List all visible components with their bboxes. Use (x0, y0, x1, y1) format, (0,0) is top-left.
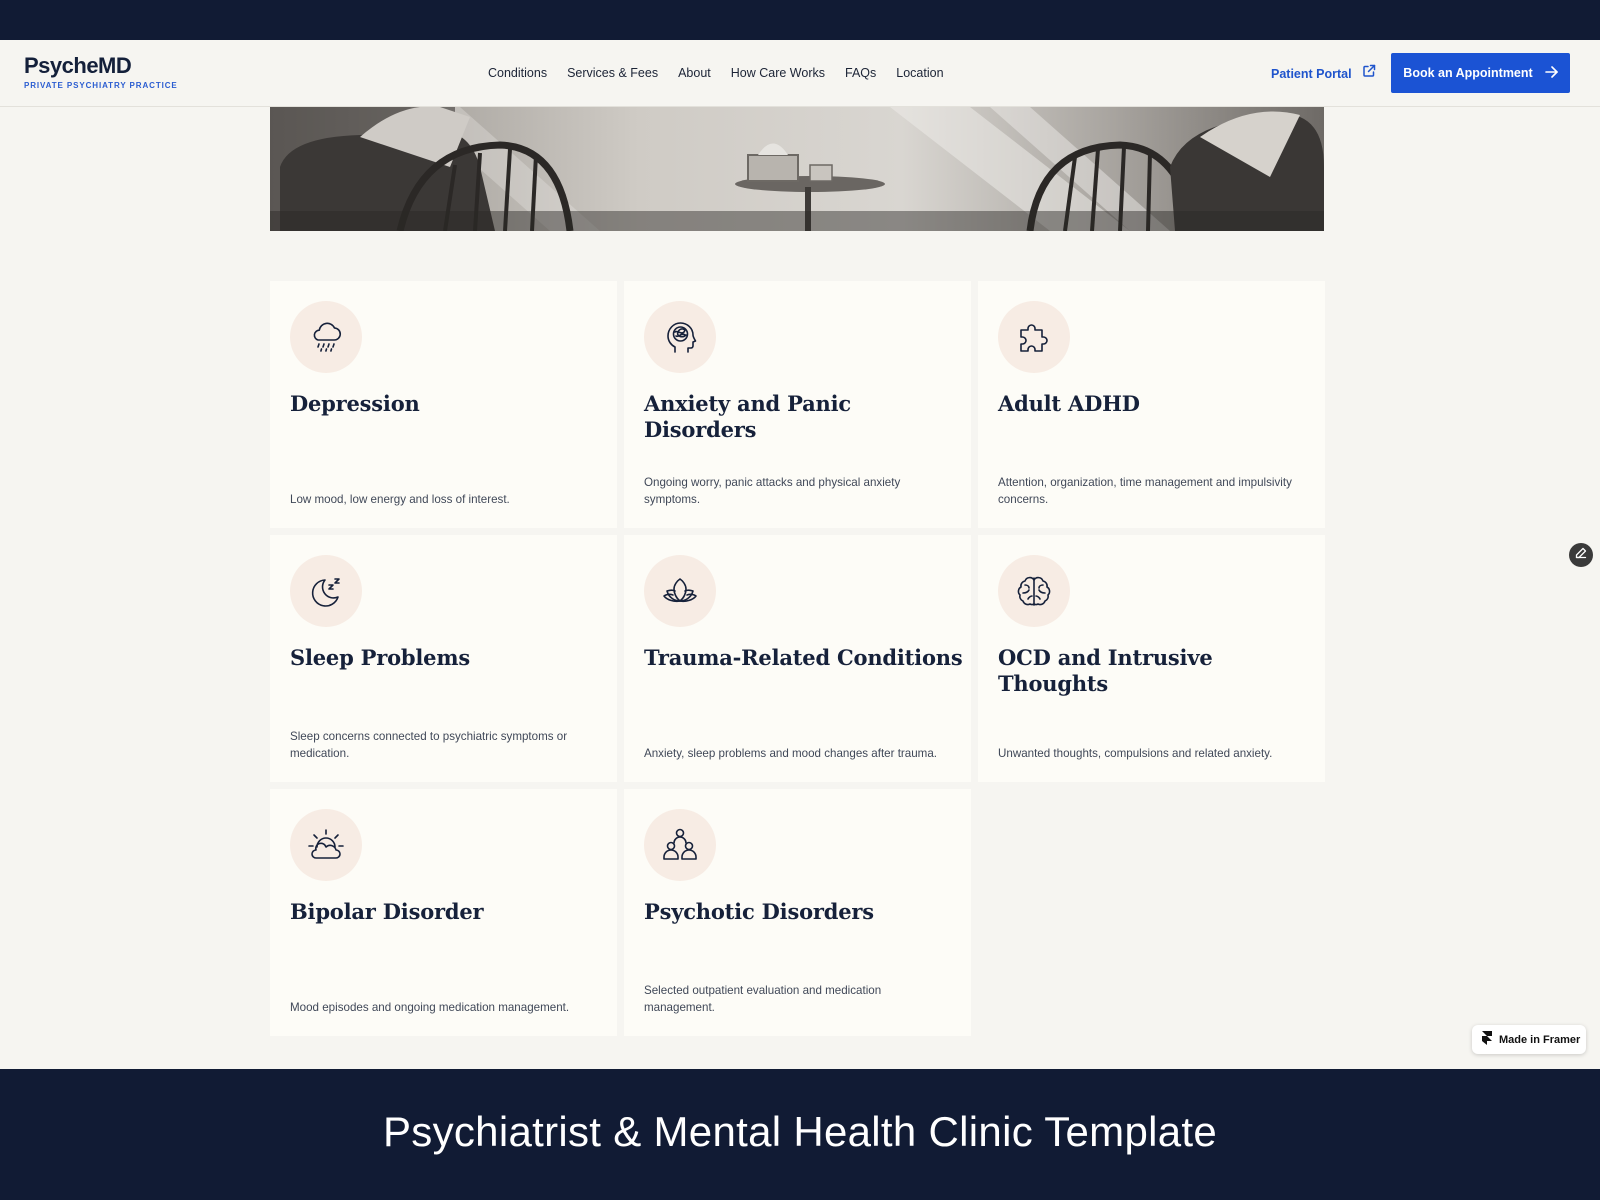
condition-card[interactable]: Bipolar Disorder Mood episodes and ongoi… (270, 789, 617, 1036)
nav-about[interactable]: About (678, 64, 711, 82)
people-group-icon (644, 809, 716, 881)
condition-title: OCD and Intrusive Thoughts (998, 645, 1213, 696)
condition-title: Psychotic Disorders (644, 899, 874, 924)
patient-portal-link[interactable]: Patient Portal (1271, 64, 1376, 83)
edit-button[interactable] (1569, 543, 1593, 567)
hero-image (270, 107, 1324, 231)
rain-cloud-icon (290, 301, 362, 373)
nav-faqs[interactable]: FAQs (845, 64, 876, 82)
condition-title: Bipolar Disorder (290, 899, 484, 924)
condition-card[interactable]: Sleep Problems Sleep concerns connected … (270, 535, 617, 782)
condition-title: Sleep Problems (290, 645, 470, 670)
site-header: PsycheMD PRIVATE PSYCHIATRY PRACTICE Con… (0, 40, 1600, 107)
book-appointment-button[interactable]: Book an Appointment (1391, 53, 1570, 93)
condition-description: Mood episodes and ongoing medication man… (290, 1001, 570, 1014)
main-nav: Conditions Services & Fees About How Car… (488, 64, 944, 82)
made-in-framer-label: Made in Framer (1499, 1033, 1581, 1046)
pencil-icon (1575, 546, 1587, 564)
condition-title: Adult ADHD (998, 391, 1140, 416)
condition-title: Trauma-Related Conditions (644, 645, 963, 670)
condition-card[interactable]: OCD and Intrusive Thoughts Unwanted thou… (978, 535, 1325, 782)
condition-card[interactable]: Depression Low mood, low energy and loss… (270, 281, 617, 528)
book-appointment-label: Book an Appointment (1403, 66, 1533, 80)
condition-title: Depression (290, 391, 420, 416)
lotus-icon (644, 555, 716, 627)
nav-conditions[interactable]: Conditions (488, 64, 547, 82)
external-link-icon (1362, 64, 1376, 83)
condition-title: Anxiety and Panic Disorders (644, 391, 851, 442)
brand-logo[interactable]: PsycheMD PRIVATE PSYCHIATRY PRACTICE (24, 53, 178, 91)
banner-title: Psychiatrist & Mental Health Clinic Temp… (382, 1107, 1218, 1155)
nav-services-fees[interactable]: Services & Fees (567, 64, 658, 82)
condition-description: Sleep concerns connected to psychiatric … (290, 730, 568, 760)
footer-banner: Psychiatrist & Mental Health Clinic Temp… (0, 1069, 1600, 1200)
moon-zzz-icon (290, 555, 362, 627)
condition-card[interactable]: Anxiety and Panic Disorders Ongoing worr… (624, 281, 971, 528)
brand-name: PsycheMD (24, 53, 132, 78)
patient-portal-label: Patient Portal (1271, 66, 1352, 81)
brain-icon (998, 555, 1070, 627)
condition-description: Anxiety, sleep problems and mood changes… (644, 747, 938, 760)
nav-how-care-works[interactable]: How Care Works (731, 64, 825, 82)
tangled-head-icon (644, 301, 716, 373)
condition-description: Low mood, low energy and loss of interes… (290, 493, 510, 506)
condition-card[interactable]: Psychotic Disorders Selected outpatient … (624, 789, 971, 1036)
condition-description: Selected outpatient evaluation and medic… (644, 984, 882, 1014)
condition-card[interactable]: Adult ADHD Attention, organization, time… (978, 281, 1325, 528)
brand-tagline: PRIVATE PSYCHIATRY PRACTICE (24, 81, 178, 90)
puzzle-icon (998, 301, 1070, 373)
top-band (0, 0, 1600, 40)
condition-description: Ongoing worry, panic attacks and physica… (644, 476, 901, 506)
made-in-framer-badge[interactable]: Made in Framer (1472, 1025, 1586, 1054)
condition-description: Attention, organization, time management… (998, 476, 1292, 506)
arrow-right-icon (1544, 65, 1558, 81)
condition-description: Unwanted thoughts, compulsions and relat… (998, 747, 1273, 760)
condition-card[interactable]: Trauma-Related Conditions Anxiety, sleep… (624, 535, 971, 782)
nav-location[interactable]: Location (896, 64, 943, 82)
sun-cloud-icon (290, 809, 362, 881)
framer-logo-icon (1482, 1031, 1492, 1048)
